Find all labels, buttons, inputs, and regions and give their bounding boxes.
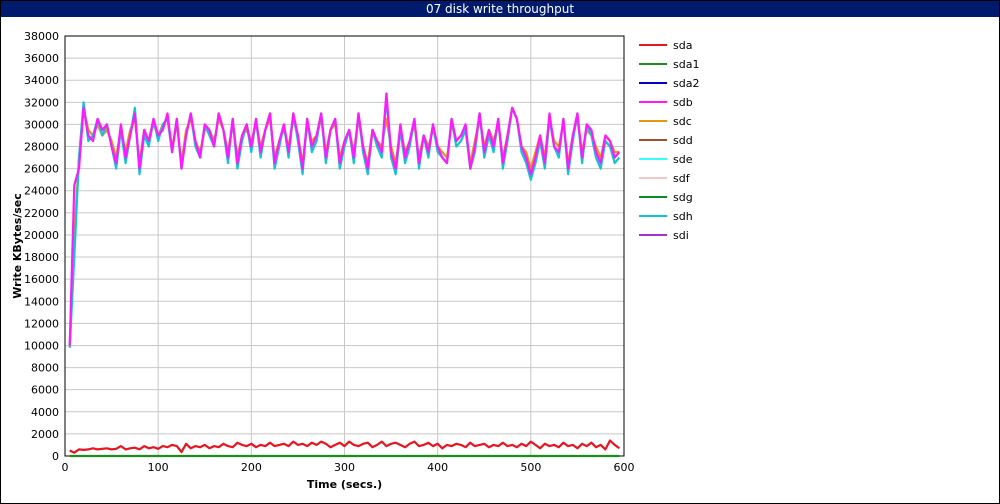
legend-label: sdg (673, 191, 693, 204)
x-tick-label: 200 (241, 461, 262, 474)
y-tick-label: 18000 (24, 251, 59, 264)
legend-label: sda2 (673, 77, 699, 90)
legend-label: sda1 (673, 58, 699, 71)
legend-label: sda (673, 39, 692, 52)
x-tick-label: 100 (148, 461, 169, 474)
y-tick-label: 28000 (24, 141, 59, 154)
y-tick-label: 6000 (31, 384, 59, 397)
grid (64, 35, 625, 457)
y-tick-label: 20000 (24, 229, 59, 242)
y-tick-label: 26000 (24, 163, 59, 176)
legend-label: sdi (673, 229, 689, 242)
x-axis-label: Time (secs.) (307, 478, 382, 491)
legend-label: sdh (673, 210, 693, 223)
y-tick-label: 36000 (24, 52, 59, 65)
y-tick-label: 22000 (24, 207, 59, 220)
y-tick-label: 30000 (24, 118, 59, 131)
legend-label: sdb (673, 96, 693, 109)
legend-label: sdc (673, 115, 692, 128)
y-tick-label: 32000 (24, 96, 59, 109)
legend-label: sde (673, 153, 693, 166)
y-tick-label: 10000 (24, 339, 59, 352)
y-tick-label: 0 (52, 450, 59, 463)
y-tick-label: 16000 (24, 273, 59, 286)
legend: sda sda1 sda2 sdb sdc sdd sde sdf sdg sdh sdi (639, 39, 699, 242)
y-axis-ticks: 0 2000 4000 6000 8000 10000 12000 14000 16000 180… (24, 30, 59, 463)
y-tick-label: 34000 (24, 74, 59, 87)
y-tick-label: 24000 (24, 185, 59, 198)
x-tick-label: 300 (334, 461, 355, 474)
y-tick-label: 4000 (31, 406, 59, 419)
y-axis-label: Write KBytes/sec (11, 193, 24, 299)
chart-frame: 07 disk write throughput 0 100 200 300 400 50… (0, 0, 1000, 504)
chart-canvas: 0 100 200 300 400 500 600 0 2000 4000 6000 8000 100… (11, 30, 699, 491)
y-tick-label: 38000 (24, 30, 59, 43)
y-tick-label: 12000 (24, 317, 59, 330)
x-axis-ticks: 0 100 200 300 400 500 600 (62, 461, 635, 474)
x-tick-label: 400 (427, 461, 448, 474)
y-tick-label: 14000 (24, 295, 59, 308)
legend-label: sdf (673, 172, 691, 185)
y-tick-label: 2000 (31, 428, 59, 441)
x-tick-label: 500 (520, 461, 541, 474)
legend-label: sdd (673, 134, 693, 147)
x-tick-label: 600 (614, 461, 635, 474)
x-tick-label: 0 (62, 461, 69, 474)
y-tick-label: 8000 (31, 362, 59, 375)
